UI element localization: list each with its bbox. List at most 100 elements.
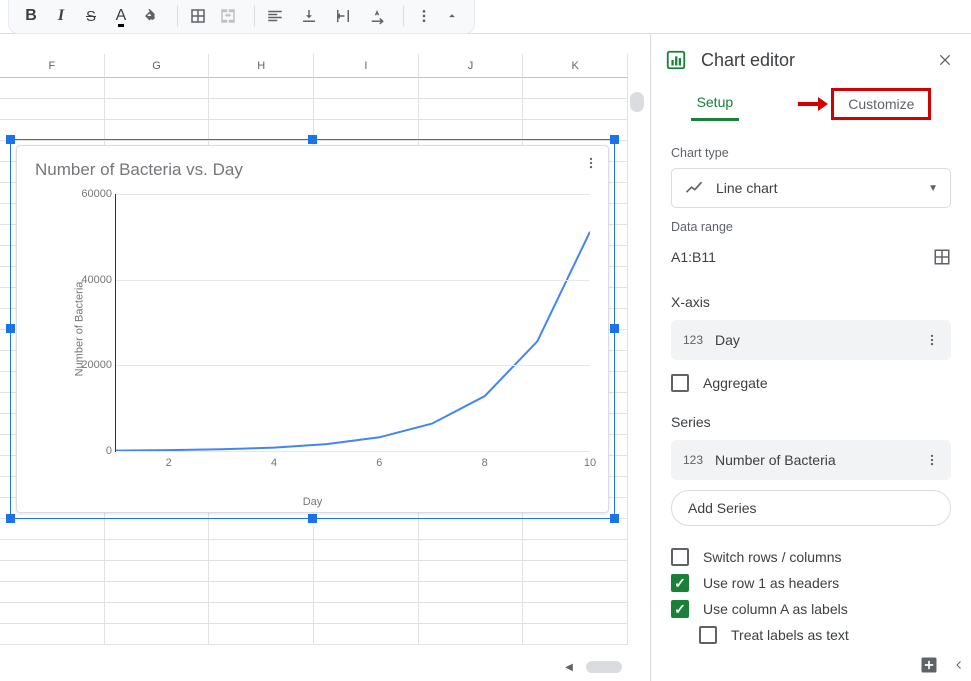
grid-cell[interactable] [419, 582, 524, 603]
series-field-chip[interactable]: 123 Number of Bacteria [671, 440, 951, 480]
grid-cell[interactable] [209, 603, 314, 624]
collapse-toolbar-button[interactable] [438, 3, 466, 29]
use-colA-checkbox-row[interactable]: Use column A as labels [671, 600, 951, 618]
text-wrap-button[interactable] [329, 3, 357, 29]
h-scrollbar-thumb[interactable] [586, 661, 622, 673]
grid-cell[interactable] [209, 624, 314, 645]
grid-cell[interactable] [419, 540, 524, 561]
h-align-button[interactable] [261, 3, 289, 29]
grid-cell[interactable] [419, 120, 524, 141]
strikethrough-button[interactable]: S [77, 3, 105, 29]
grid-cell[interactable] [523, 78, 628, 99]
grid-cell[interactable] [419, 603, 524, 624]
grid-cell[interactable] [419, 624, 524, 645]
resize-handle-tr[interactable] [610, 135, 619, 144]
v-scrollbar[interactable] [630, 92, 644, 652]
grid-cell[interactable] [314, 120, 419, 141]
grid-cell[interactable] [105, 519, 210, 540]
grid-cell[interactable] [209, 78, 314, 99]
explore-button[interactable] [919, 655, 939, 675]
grid-cell[interactable] [419, 78, 524, 99]
col-header[interactable]: K [523, 54, 628, 78]
grid-cell[interactable] [0, 99, 105, 120]
col-header[interactable]: I [314, 54, 419, 78]
grid-cell[interactable] [209, 561, 314, 582]
treat-labels-checkbox[interactable] [699, 626, 717, 644]
grid-cell[interactable] [0, 603, 105, 624]
grid-cell[interactable] [0, 561, 105, 582]
grid-cell[interactable] [0, 624, 105, 645]
add-series-button[interactable]: Add Series [671, 490, 951, 526]
grid-cell[interactable] [314, 519, 419, 540]
use-colA-checkbox[interactable] [671, 600, 689, 618]
grid-cell[interactable] [105, 120, 210, 141]
bold-button[interactable]: B [17, 3, 45, 29]
text-color-button[interactable]: A [107, 3, 135, 29]
select-range-button[interactable] [933, 248, 951, 266]
grid-cell[interactable] [523, 561, 628, 582]
grid-cell[interactable] [314, 624, 419, 645]
h-scrollbar[interactable]: ◀ ▶ [2, 661, 626, 673]
aggregate-checkbox-row[interactable]: Aggregate [671, 374, 951, 392]
resize-handle-br[interactable] [610, 514, 619, 523]
close-panel-button[interactable] [933, 48, 957, 72]
grid-cell[interactable] [209, 99, 314, 120]
grid-cell[interactable] [105, 561, 210, 582]
fill-color-button[interactable] [137, 3, 165, 29]
col-header[interactable]: G [105, 54, 210, 78]
resize-handle-tm[interactable] [308, 135, 317, 144]
grid-cell[interactable] [209, 582, 314, 603]
tab-setup[interactable]: Setup [691, 86, 740, 121]
grid-cell[interactable] [209, 519, 314, 540]
resize-handle-bm[interactable] [308, 514, 317, 523]
chart-card[interactable]: Number of Bacteria vs. Day Number of Bac… [16, 145, 609, 513]
grid-cell[interactable] [0, 519, 105, 540]
grid-cell[interactable] [0, 582, 105, 603]
chart-type-select[interactable]: Line chart ▼ [671, 168, 951, 208]
xaxis-more-button[interactable] [925, 333, 939, 347]
chart-menu-button[interactable] [584, 156, 598, 170]
grid-cell[interactable] [0, 540, 105, 561]
col-header[interactable]: H [209, 54, 314, 78]
grid-cell[interactable] [105, 582, 210, 603]
grid-cell[interactable] [105, 603, 210, 624]
use-row1-checkbox[interactable] [671, 574, 689, 592]
grid-cell[interactable] [523, 540, 628, 561]
use-row1-checkbox-row[interactable]: Use row 1 as headers [671, 574, 951, 592]
side-panel-toggle[interactable] [953, 659, 965, 671]
grid-cell[interactable] [105, 624, 210, 645]
resize-handle-tl[interactable] [6, 135, 15, 144]
merge-cells-button[interactable] [214, 3, 242, 29]
col-header[interactable]: F [0, 54, 105, 78]
v-align-button[interactable] [295, 3, 323, 29]
switch-rows-checkbox-row[interactable]: Switch rows / columns [671, 548, 951, 566]
grid-cell[interactable] [314, 582, 419, 603]
aggregate-checkbox[interactable] [671, 374, 689, 392]
grid-cell[interactable] [419, 99, 524, 120]
grid-cell[interactable] [314, 99, 419, 120]
xaxis-field-chip[interactable]: 123 Day [671, 320, 951, 360]
tab-customize[interactable]: Customize [831, 88, 931, 120]
italic-button[interactable]: I [47, 3, 75, 29]
grid-cell[interactable] [314, 540, 419, 561]
grid-cell[interactable] [523, 624, 628, 645]
h-scroll-left-button[interactable]: ◀ [562, 661, 576, 673]
grid-cell[interactable] [209, 120, 314, 141]
grid-cell[interactable] [0, 78, 105, 99]
grid-cell[interactable] [105, 99, 210, 120]
switch-rows-checkbox[interactable] [671, 548, 689, 566]
series-more-button[interactable] [925, 453, 939, 467]
grid-cell[interactable] [314, 603, 419, 624]
chart-selection-frame[interactable]: Number of Bacteria vs. Day Number of Bac… [10, 139, 615, 519]
grid-cell[interactable] [314, 561, 419, 582]
resize-handle-ml[interactable] [6, 324, 15, 333]
grid-cell[interactable] [0, 120, 105, 141]
grid-cell[interactable] [105, 540, 210, 561]
resize-handle-mr[interactable] [610, 324, 619, 333]
col-header[interactable]: J [419, 54, 524, 78]
grid-cell[interactable] [419, 519, 524, 540]
resize-handle-bl[interactable] [6, 514, 15, 523]
grid-cell[interactable] [105, 78, 210, 99]
grid-cell[interactable] [523, 99, 628, 120]
grid-cell[interactable] [523, 582, 628, 603]
